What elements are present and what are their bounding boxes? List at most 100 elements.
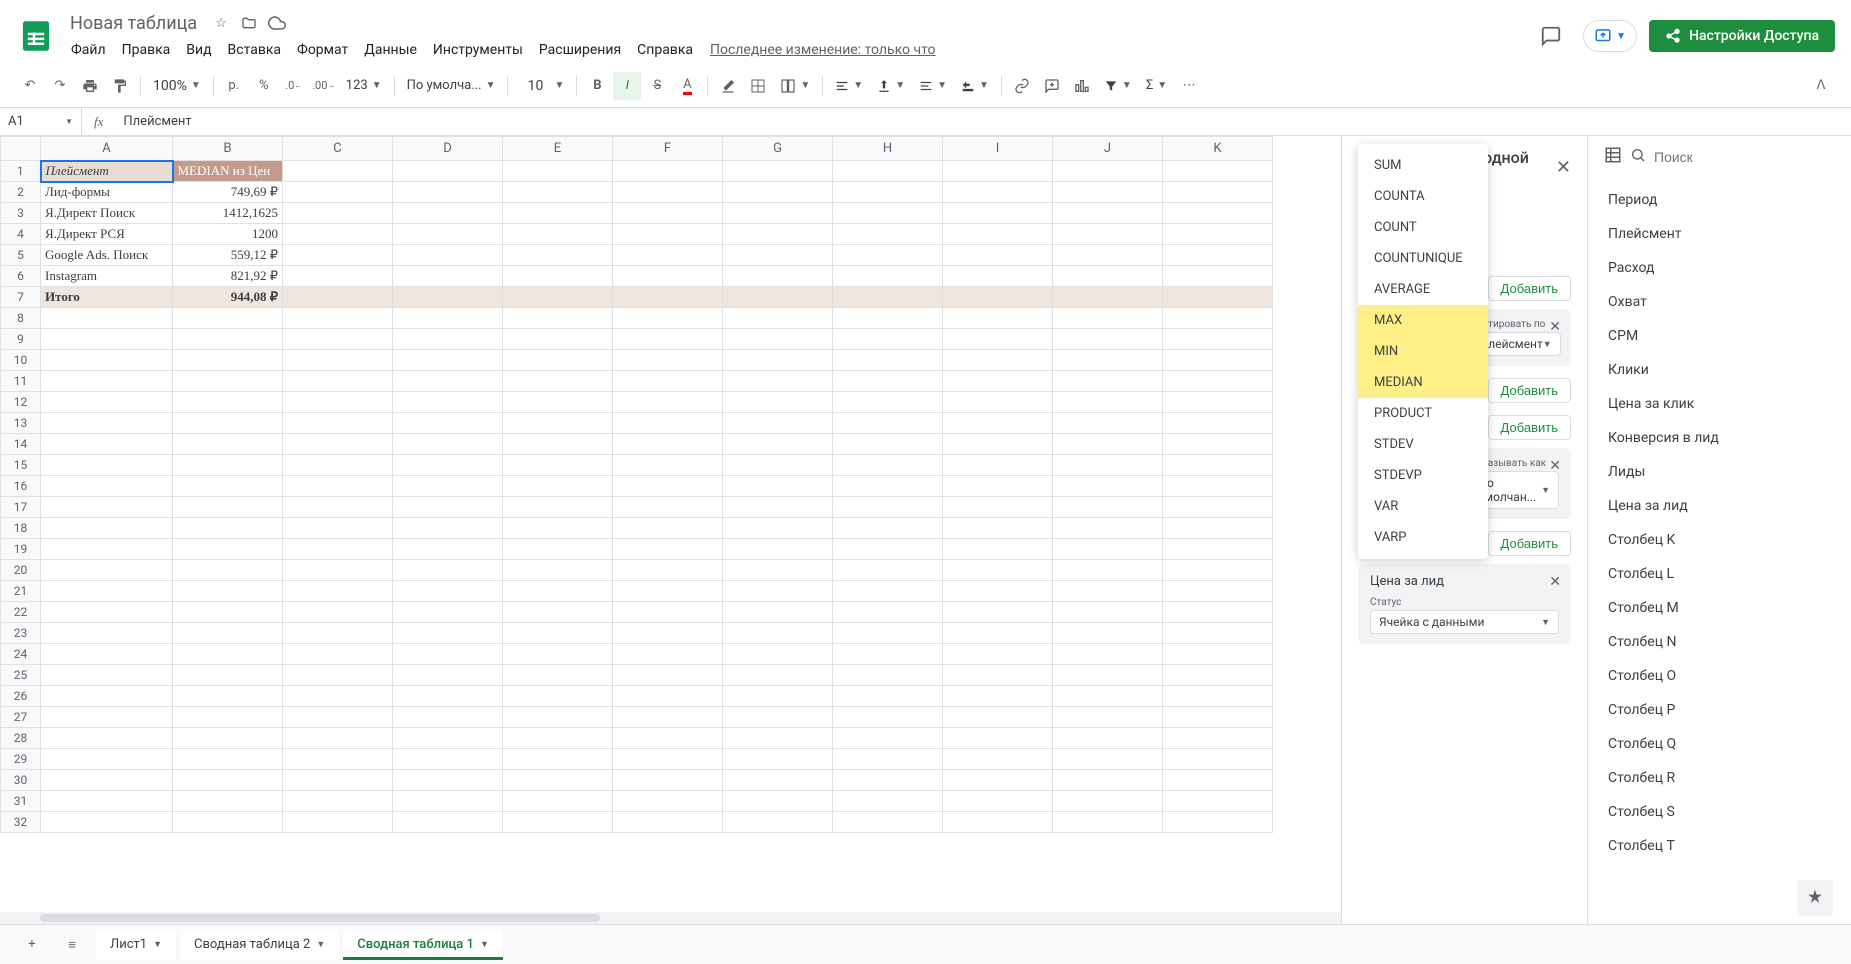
cell[interactable] <box>393 581 503 602</box>
cell[interactable] <box>613 308 723 329</box>
cell[interactable] <box>503 245 613 266</box>
row-header[interactable]: 28 <box>1 728 41 749</box>
row-header[interactable]: 6 <box>1 266 41 287</box>
cell[interactable] <box>943 266 1053 287</box>
col-header[interactable]: C <box>283 137 393 161</box>
h-scrollbar[interactable] <box>0 912 1341 924</box>
row-header[interactable]: 12 <box>1 392 41 413</box>
cell[interactable]: Google Ads. Поиск <box>41 245 173 266</box>
cell[interactable] <box>393 791 503 812</box>
cell[interactable] <box>833 287 943 308</box>
cell[interactable] <box>1163 623 1273 644</box>
col-header[interactable]: F <box>613 137 723 161</box>
cell[interactable] <box>503 770 613 791</box>
cell[interactable] <box>943 539 1053 560</box>
menu-file[interactable]: Файл <box>64 38 113 62</box>
cell[interactable] <box>173 518 283 539</box>
cell[interactable]: 1412,1625 <box>173 203 283 224</box>
cell[interactable] <box>283 476 393 497</box>
row-header[interactable]: 31 <box>1 791 41 812</box>
cell[interactable] <box>283 644 393 665</box>
cell[interactable] <box>833 602 943 623</box>
cell[interactable] <box>1053 182 1163 203</box>
cell[interactable] <box>723 812 833 833</box>
cell[interactable] <box>1163 329 1273 350</box>
wrap-button[interactable]: ▼ <box>913 73 953 99</box>
italic-button[interactable]: I <box>613 72 641 100</box>
cell[interactable] <box>393 497 503 518</box>
cell[interactable] <box>723 644 833 665</box>
col-header[interactable]: K <box>1163 137 1273 161</box>
add-button[interactable]: Добавить <box>1488 276 1571 301</box>
cell[interactable] <box>833 182 943 203</box>
cell[interactable] <box>1163 224 1273 245</box>
add-button[interactable]: Добавить <box>1488 378 1571 403</box>
cell[interactable] <box>833 686 943 707</box>
cell[interactable] <box>723 770 833 791</box>
cell[interactable] <box>1163 665 1273 686</box>
cell[interactable] <box>943 560 1053 581</box>
cell[interactable] <box>173 308 283 329</box>
row-header[interactable]: 20 <box>1 560 41 581</box>
cell[interactable] <box>613 455 723 476</box>
row-header[interactable]: 2 <box>1 182 41 203</box>
grid-icon[interactable] <box>1604 146 1622 168</box>
font-select[interactable]: По умолча...▼ <box>401 73 502 99</box>
cell[interactable] <box>613 266 723 287</box>
field-item[interactable]: CPM <box>1588 319 1851 353</box>
cell[interactable]: Я.Директ Поиск <box>41 203 173 224</box>
more-button[interactable]: ⋯ <box>1175 72 1203 100</box>
cell[interactable] <box>173 581 283 602</box>
cell[interactable] <box>503 497 613 518</box>
borders-button[interactable] <box>744 72 772 100</box>
doc-title[interactable]: Новая таблица <box>64 11 203 36</box>
cell[interactable] <box>1163 560 1273 581</box>
row-header[interactable]: 13 <box>1 413 41 434</box>
cell[interactable] <box>41 623 173 644</box>
cell[interactable] <box>613 749 723 770</box>
dropdown-item[interactable]: VAR <box>1358 491 1488 522</box>
cell[interactable] <box>1053 287 1163 308</box>
cell[interactable] <box>393 686 503 707</box>
cell[interactable] <box>393 371 503 392</box>
field-item[interactable]: Столбец K <box>1588 523 1851 557</box>
cell[interactable] <box>173 749 283 770</box>
col-header[interactable]: D <box>393 137 503 161</box>
cell[interactable] <box>503 329 613 350</box>
row-header[interactable]: 29 <box>1 749 41 770</box>
dropdown-item[interactable]: MAX <box>1358 305 1488 336</box>
cell[interactable] <box>943 182 1053 203</box>
collapse-toolbar-button[interactable]: ᐱ <box>1807 72 1835 100</box>
sheet-tab[interactable]: Сводная таблица 1▼ <box>343 929 503 960</box>
cell[interactable] <box>723 497 833 518</box>
cell[interactable] <box>393 770 503 791</box>
cell[interactable] <box>1163 707 1273 728</box>
redo-button[interactable]: ↷ <box>46 72 74 100</box>
more-formats-button[interactable]: 123▼ <box>340 73 388 99</box>
cell[interactable] <box>173 812 283 833</box>
cell[interactable] <box>723 623 833 644</box>
cell[interactable] <box>1163 518 1273 539</box>
cell[interactable] <box>1163 602 1273 623</box>
cell[interactable] <box>833 497 943 518</box>
cell[interactable] <box>833 707 943 728</box>
cell[interactable] <box>503 581 613 602</box>
cell[interactable] <box>1053 413 1163 434</box>
cell[interactable] <box>173 665 283 686</box>
rotate-button[interactable]: ▼ <box>955 73 995 99</box>
inc-decimal-button[interactable]: .00→ <box>310 72 338 100</box>
cell[interactable] <box>723 728 833 749</box>
cell[interactable] <box>41 749 173 770</box>
cell[interactable] <box>723 434 833 455</box>
dropdown-item[interactable]: COUNT <box>1358 212 1488 243</box>
cell[interactable] <box>723 182 833 203</box>
menu-data[interactable]: Данные <box>357 38 424 62</box>
cell[interactable]: Плейсмент <box>41 161 173 182</box>
cell[interactable] <box>173 623 283 644</box>
cell[interactable] <box>393 413 503 434</box>
cell[interactable] <box>503 707 613 728</box>
cell[interactable] <box>503 413 613 434</box>
cell[interactable] <box>833 266 943 287</box>
cell[interactable] <box>393 812 503 833</box>
cell[interactable] <box>173 707 283 728</box>
